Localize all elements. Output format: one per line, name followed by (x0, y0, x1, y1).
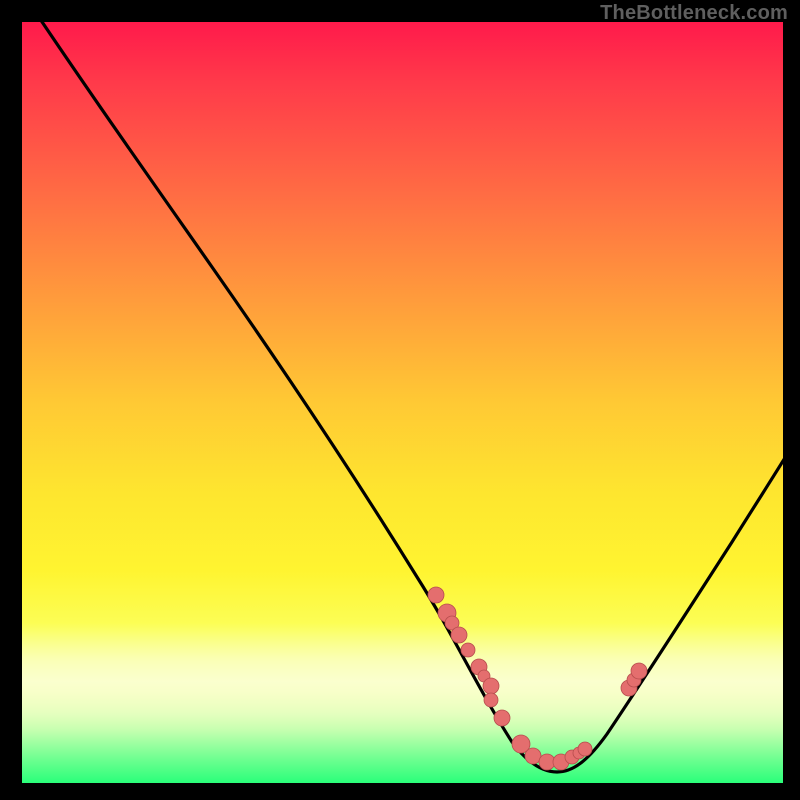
data-point (539, 754, 555, 770)
data-point (494, 710, 510, 726)
data-point (428, 587, 444, 603)
data-point (631, 663, 647, 679)
data-point (483, 678, 499, 694)
data-point (525, 748, 541, 764)
bottleneck-curve-svg (22, 22, 783, 783)
chart-frame: TheBottleneck.com (0, 0, 800, 800)
data-point (484, 693, 498, 707)
data-point (451, 627, 467, 643)
watermark-label: TheBottleneck.com (600, 2, 788, 25)
bottleneck-curve (22, 22, 783, 772)
data-point (578, 742, 592, 756)
curve-dots (428, 587, 647, 770)
data-point (461, 643, 475, 657)
plot-area (22, 22, 783, 783)
